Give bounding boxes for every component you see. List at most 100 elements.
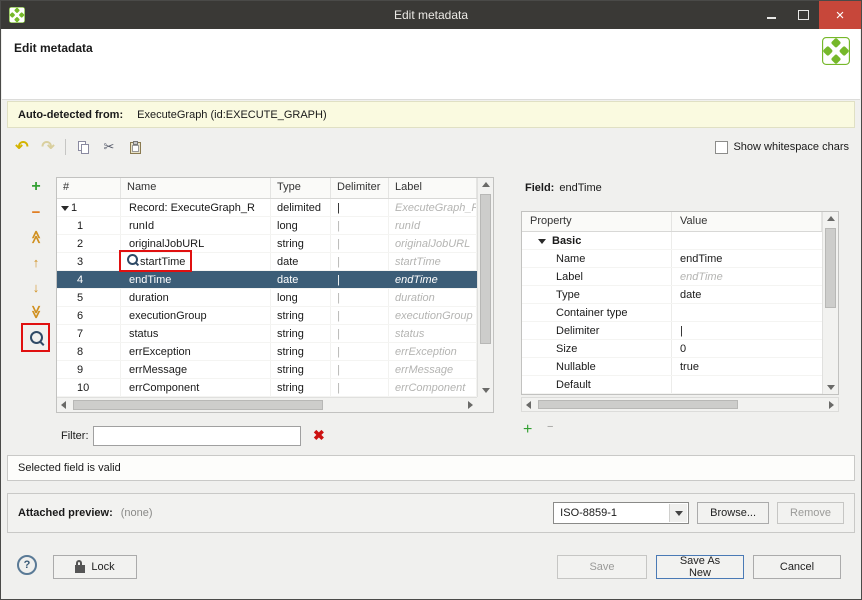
field-row[interactable]: 3startTimedate|startTime xyxy=(57,253,477,271)
help-icon[interactable]: ? xyxy=(17,555,37,575)
clover-app-icon xyxy=(9,7,25,23)
property-horizontal-scrollbar[interactable] xyxy=(521,397,839,412)
field-row[interactable]: 8errExceptionstring|errException xyxy=(57,343,477,361)
property-row[interactable]: Container type xyxy=(522,304,822,322)
property-row[interactable]: Default xyxy=(522,376,822,394)
copy-icon[interactable] xyxy=(74,137,92,157)
scroll-up-icon[interactable] xyxy=(827,216,835,221)
scroll-left-icon[interactable] xyxy=(526,401,531,409)
remove-field-minus-icon[interactable]: − xyxy=(25,202,47,222)
property-value xyxy=(672,304,822,321)
field-row[interactable]: 10errComponentstring|errComponent xyxy=(57,379,477,397)
property-row[interactable]: NameendTime xyxy=(522,250,822,268)
property-row[interactable]: Nullabletrue xyxy=(522,358,822,376)
scrollbar-thumb[interactable] xyxy=(538,400,738,409)
row-number: 9 xyxy=(77,364,83,376)
field-label: executionGroup xyxy=(389,307,477,324)
preview-label: Attached preview: xyxy=(18,507,113,519)
whitespace-checkbox[interactable] xyxy=(715,141,728,154)
field-row[interactable]: 2originalJobURLstring|originalJobURL xyxy=(57,235,477,253)
column-header-num[interactable]: # xyxy=(57,178,121,198)
property-name: Nullable xyxy=(556,361,596,373)
remove-button[interactable]: Remove xyxy=(777,502,844,524)
filter-input[interactable] xyxy=(93,426,301,446)
fields-vertical-scrollbar[interactable] xyxy=(477,178,493,397)
property-value: | xyxy=(672,322,822,339)
move-top-icon[interactable]: ≪ xyxy=(25,227,47,247)
redo-icon[interactable]: ↷ xyxy=(39,137,57,157)
chevron-down-icon[interactable] xyxy=(669,504,687,522)
column-header-label[interactable]: Label xyxy=(389,178,477,198)
find-field-magnifier-icon[interactable] xyxy=(25,327,47,347)
add-property-plus-icon[interactable]: + xyxy=(523,421,532,439)
field-row[interactable]: 7statusstring|status xyxy=(57,325,477,343)
column-header-property[interactable]: Property xyxy=(522,212,672,231)
property-row[interactable]: Delimiter| xyxy=(522,322,822,340)
maximize-button[interactable] xyxy=(787,1,819,29)
field-name: endTime xyxy=(129,274,171,286)
field-row[interactable]: 6executionGroupstring|executionGroup xyxy=(57,307,477,325)
title-bar[interactable]: Edit metadata × xyxy=(1,1,861,29)
scroll-down-icon[interactable] xyxy=(827,385,835,390)
window-title: Edit metadata xyxy=(1,8,861,22)
save-button[interactable]: Save xyxy=(557,555,647,579)
scroll-right-icon[interactable] xyxy=(468,401,473,409)
column-header-value[interactable]: Value xyxy=(672,212,822,231)
browse-button[interactable]: Browse... xyxy=(697,502,769,524)
scrollbar-thumb[interactable] xyxy=(73,400,323,410)
field-row[interactable]: 9errMessagestring|errMessage xyxy=(57,361,477,379)
property-row[interactable]: LabelendTime xyxy=(522,268,822,286)
scrollbar-thumb[interactable] xyxy=(480,194,491,344)
fields-horizontal-scrollbar[interactable] xyxy=(57,397,477,412)
remove-property-minus-icon[interactable]: − xyxy=(547,421,553,433)
field-label: errComponent xyxy=(389,379,477,396)
field-label: endTime xyxy=(389,271,477,288)
property-value xyxy=(672,232,822,249)
field-row[interactable]: 5durationlong|duration xyxy=(57,289,477,307)
clear-filter-icon[interactable]: ✖ xyxy=(313,427,325,444)
add-field-plus-icon[interactable]: + xyxy=(25,177,47,197)
row-number: 1 xyxy=(77,220,83,232)
row-number: 4 xyxy=(77,274,83,286)
scroll-right-icon[interactable] xyxy=(829,401,834,409)
field-type: date xyxy=(271,253,331,270)
collapse-triangle-icon[interactable] xyxy=(538,239,546,244)
property-vertical-scrollbar[interactable] xyxy=(822,212,838,394)
property-row[interactable]: Typedate xyxy=(522,286,822,304)
paste-icon[interactable] xyxy=(126,137,144,157)
undo-icon[interactable]: ↶ xyxy=(13,137,31,157)
auto-detected-bar: Auto-detected from: ExecuteGraph (id:EXE… xyxy=(7,101,855,128)
field-type: string xyxy=(271,379,331,396)
filter-label: Filter: xyxy=(61,430,89,442)
move-up-icon[interactable]: ↑ xyxy=(25,252,47,272)
search-result-magnifier-icon xyxy=(127,254,138,265)
property-name: Size xyxy=(556,343,577,355)
scroll-down-icon[interactable] xyxy=(482,388,490,393)
lock-button[interactable]: Lock xyxy=(53,555,137,579)
save-as-new-button[interactable]: Save As New xyxy=(656,555,744,579)
move-bottom-icon[interactable]: ≫ xyxy=(25,302,47,322)
field-row[interactable]: 1Record: ExecuteGraph_Rdelimited|Execute… xyxy=(57,199,477,217)
field-delimiter: | xyxy=(331,343,389,360)
move-down-icon[interactable]: ↓ xyxy=(25,277,47,297)
field-row[interactable]: 1runIdlong|runId xyxy=(57,217,477,235)
scroll-up-icon[interactable] xyxy=(482,182,490,187)
row-number: 3 xyxy=(77,256,83,268)
column-header-delimiter[interactable]: Delimiter xyxy=(331,178,389,198)
property-row[interactable]: Size0 xyxy=(522,340,822,358)
minimize-button[interactable] xyxy=(755,1,787,29)
scrollbar-thumb[interactable] xyxy=(825,228,836,308)
cut-icon[interactable]: ✂ xyxy=(100,137,118,157)
encoding-select[interactable]: ISO-8859-1 xyxy=(553,502,689,524)
expand-triangle-icon[interactable] xyxy=(61,206,69,211)
field-type: date xyxy=(271,271,331,288)
column-header-name[interactable]: Name xyxy=(121,178,271,198)
close-button[interactable]: × xyxy=(819,1,861,29)
property-row[interactable]: Basic xyxy=(522,232,822,250)
scroll-left-icon[interactable] xyxy=(61,401,66,409)
field-row[interactable]: 4endTimedate|endTime xyxy=(57,271,477,289)
field-delimiter: | xyxy=(331,289,389,306)
cancel-button[interactable]: Cancel xyxy=(753,555,841,579)
column-header-type[interactable]: Type xyxy=(271,178,331,198)
field-title-label: Field: xyxy=(525,182,554,194)
